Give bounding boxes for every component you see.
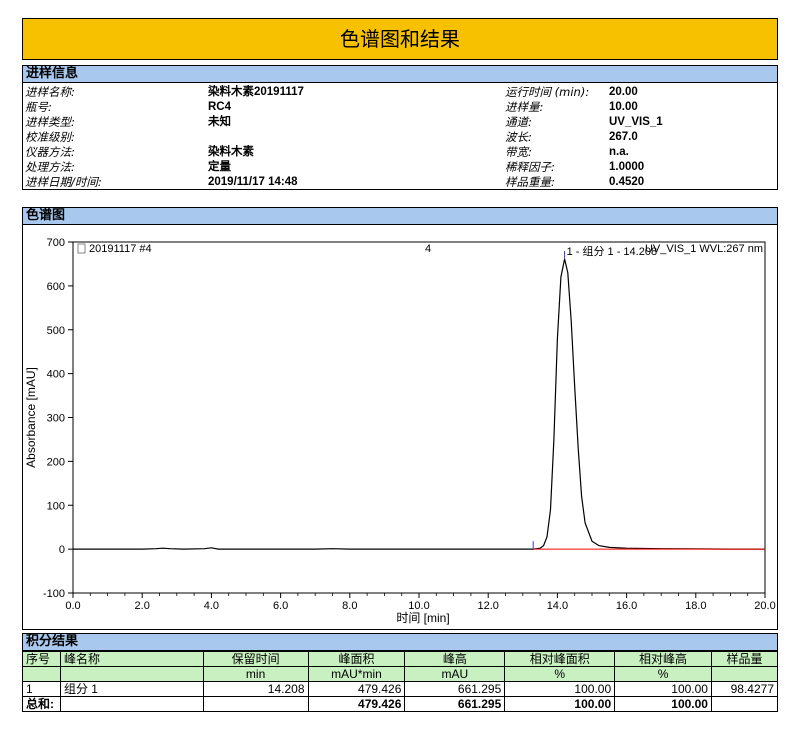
x-tick-label: 2.0: [135, 600, 150, 612]
chart-header-right: UV_VIS_1 WVL:267 nm: [645, 243, 763, 255]
info-label: 仪器方法:: [25, 145, 75, 159]
table-unit-row: min mAU*min mAU%%: [22, 666, 779, 682]
table-header-row-cell: 序号: [22, 651, 61, 667]
y-tick-label: 700: [47, 237, 65, 249]
x-tick-label: 14.0: [547, 600, 568, 612]
table-header-row-cell: 峰面积: [307, 651, 406, 667]
info-label: 进样名称:: [25, 85, 75, 99]
x-tick-label: 6.0: [273, 600, 288, 612]
peak-annotation: 1 - 组分 1 - 14.208: [567, 244, 658, 258]
y-tick-label: 300: [47, 413, 65, 425]
section-results-header: 积分结果: [22, 633, 778, 651]
y-tick-label: 600: [47, 281, 65, 293]
table-total-row-cell: 661.295: [404, 696, 506, 712]
plot-frame: [72, 241, 766, 594]
table-total-row-cell: 总和:: [22, 696, 61, 712]
table-unit-row-cell: %: [504, 666, 616, 682]
info-value: 1.0000: [609, 161, 645, 173]
table-row-cell: 1: [22, 681, 61, 697]
y-tick-label: 100: [47, 500, 65, 512]
info-value: 未知: [208, 116, 231, 128]
info-value: n.a.: [609, 146, 629, 158]
x-tick-label: 4.0: [204, 600, 219, 612]
info-value: 染料木素: [208, 146, 254, 158]
table-unit-row-cell: [710, 666, 779, 682]
table-header-row-cell: 相对峰面积: [504, 651, 616, 667]
table-header-row-cell: 样品量: [710, 651, 779, 667]
report-title: 色谱图和结果: [22, 18, 778, 60]
info-label: 处理方法:: [25, 160, 75, 174]
info-label: 校准级别:: [25, 130, 75, 144]
table-total-row-cell: [59, 696, 204, 712]
table-total-row-cell: 479.426: [307, 696, 406, 712]
info-label: 运行时间 (min):: [505, 85, 590, 99]
info-value: 0.4520: [609, 176, 645, 188]
table-row-cell: 100.00: [614, 681, 712, 697]
x-tick-label: 0.0: [65, 600, 80, 612]
table-row-cell: 479.426: [307, 681, 406, 697]
info-label: 稀释因子:: [505, 160, 555, 174]
table-total-row-cell: [710, 696, 779, 712]
table-unit-row-cell: mAU: [404, 666, 506, 682]
x-axis-label: 时间 [min]: [396, 611, 449, 625]
table-unit-row-cell: [22, 666, 61, 682]
x-tick-label: 18.0: [685, 600, 706, 612]
table-row-cell: 14.208: [202, 681, 309, 697]
table-header-row-cell: 保留时间: [202, 651, 309, 667]
table-total-row-cell: 100.00: [504, 696, 616, 712]
info-label: 波长:: [505, 130, 532, 144]
y-tick-label: -100: [43, 588, 65, 600]
table-header-row-cell: 峰名称: [59, 651, 204, 667]
info-label: 样品重量:: [505, 175, 555, 189]
info-label: 通道:: [505, 115, 532, 129]
section-info-header: 进样信息: [22, 65, 778, 83]
table-row-cell: 组分 1: [59, 681, 204, 697]
chromatogram-panel: 20191117 #4 4 UV_VIS_1 WVL:267 nm -100 0 100 2…: [22, 225, 778, 630]
info-value: 定量: [208, 161, 231, 173]
table-header-row-cell: 峰高: [404, 651, 506, 667]
info-value: 20.00: [609, 86, 638, 98]
y-tick-label: 500: [47, 325, 65, 337]
table-row-cell: 98.4277: [710, 681, 779, 697]
info-value: RC4: [208, 101, 232, 113]
y-tick-label: 200: [47, 456, 65, 468]
table-total-row: 总和: 479.426 661.295 100.00 100.00: [22, 696, 779, 712]
info-label: 瓶号:: [25, 100, 52, 114]
info-value: 染料木素20191117: [208, 86, 304, 98]
table-row-cell: 100.00: [504, 681, 616, 697]
table-header-row-cell: 相对峰高: [614, 651, 712, 667]
table-unit-row-cell: min: [202, 666, 309, 682]
chart-header-left: 20191117 #4: [89, 243, 152, 255]
table-unit-row-cell: [59, 666, 204, 682]
table-row-cell: 661.295: [404, 681, 506, 697]
x-tick-label: 16.0: [616, 600, 637, 612]
table-unit-row-cell: %: [614, 666, 712, 682]
info-value: UV_VIS_1: [609, 116, 663, 128]
info-label: 带宽:: [505, 145, 532, 159]
chart-header-center: 4: [425, 243, 431, 255]
integration-results-table: 序号 峰名称 保留时间 峰面积 峰高 相对峰面积 相对峰高 样品量 min mAU*min mAU%…: [22, 651, 779, 712]
info-value: 10.00: [609, 101, 638, 113]
section-chromatogram-header: 色谱图: [22, 207, 778, 225]
y-tick-label: 400: [47, 369, 65, 381]
table-header-row: 序号 峰名称 保留时间 峰面积 峰高 相对峰面积 相对峰高 样品量: [22, 651, 779, 667]
info-label: 进样日期/时间:: [25, 175, 102, 189]
chromatogram-trace: [73, 258, 765, 550]
y-tick-label: 0: [59, 544, 65, 556]
info-label: 进样量:: [505, 100, 544, 114]
info-value: 267.0: [609, 131, 638, 143]
x-tick-label: 12.0: [477, 600, 498, 612]
table-total-row-cell: 100.00: [614, 696, 712, 712]
chromatogram-chart: 20191117 #4 4 UV_VIS_1 WVL:267 nm -100 0 100 2…: [24, 237, 776, 625]
document-icon: [77, 243, 86, 254]
injection-info-panel: 进样名称: 染料木素20191117 瓶号: RC4 进样类型: 未知校准级别: 仪器方法:…: [22, 83, 778, 190]
table-unit-row-cell: mAU*min: [307, 666, 406, 682]
table-row: 1 组分 1 14.208 479.426 661.295 100.00 100.00 98.…: [22, 681, 779, 697]
info-value: 2019/11/17 14:48: [208, 176, 298, 188]
y-axis-label: Absorbance [mAU]: [24, 367, 38, 468]
x-tick-label: 8.0: [342, 600, 357, 612]
table-total-row-cell: [202, 696, 309, 712]
x-tick-label: 20.0: [754, 600, 775, 612]
info-label: 进样类型:: [25, 115, 75, 129]
